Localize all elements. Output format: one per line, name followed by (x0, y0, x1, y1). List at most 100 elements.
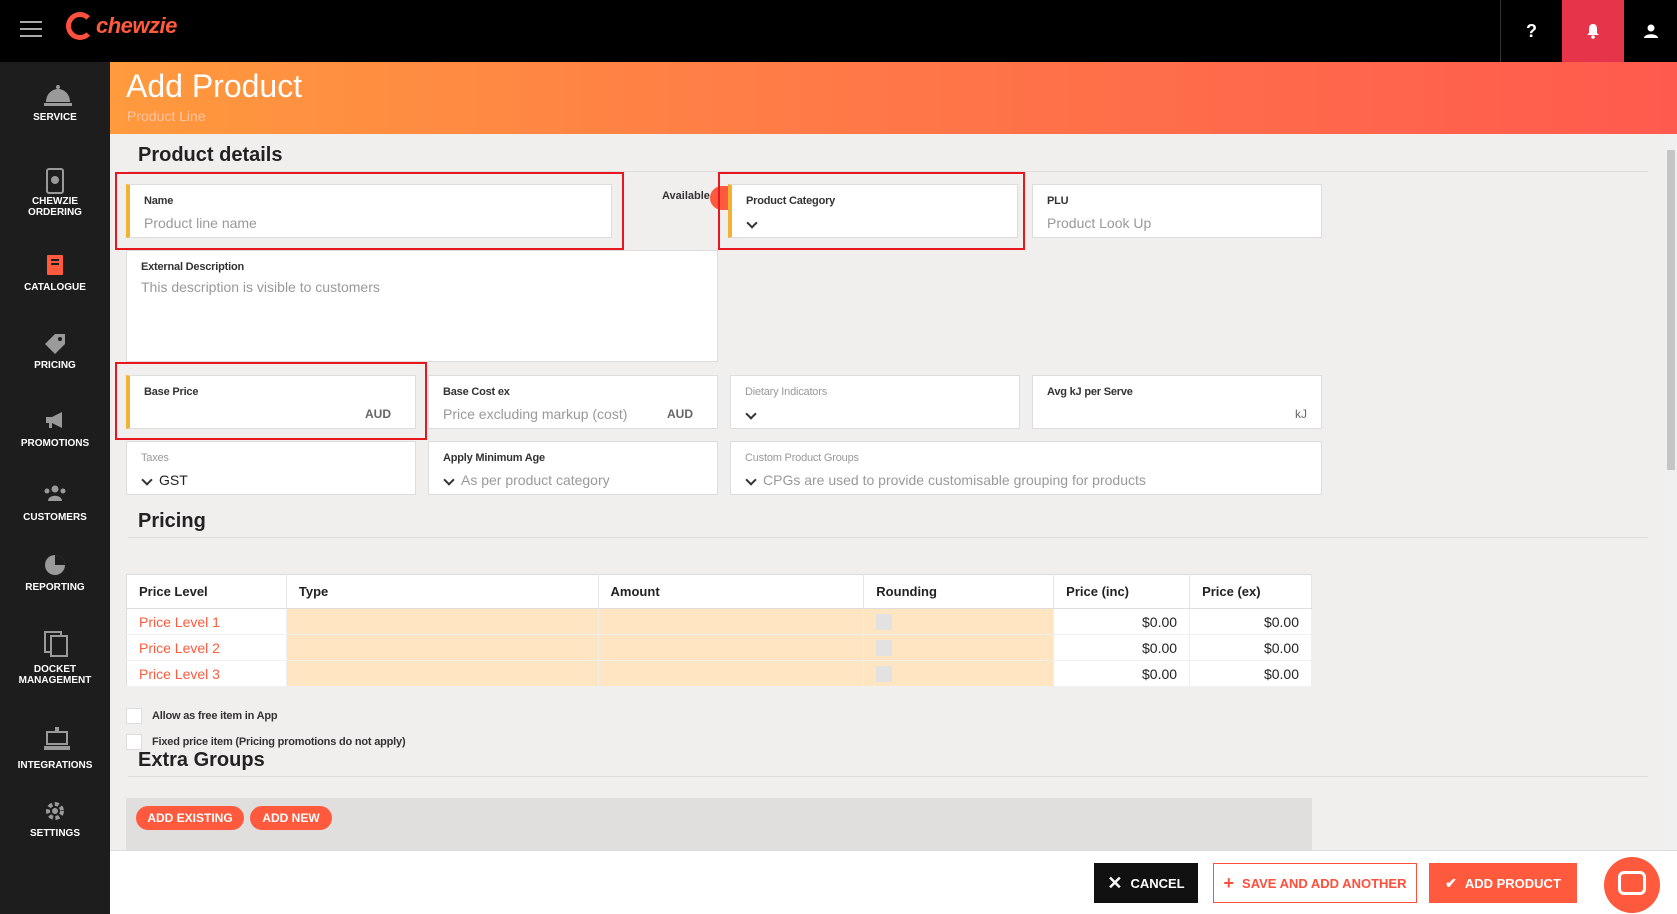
tag-icon (43, 332, 67, 354)
type-cell[interactable] (286, 634, 599, 661)
external-description-placeholder: This description is visible to customers (141, 279, 380, 295)
divider (128, 537, 1648, 538)
cancel-button[interactable]: ✕ CANCEL (1094, 863, 1198, 903)
highlight-category (718, 172, 1025, 250)
section-title-extra-groups: Extra Groups (138, 749, 265, 771)
user-icon (1643, 24, 1658, 38)
taxes-select[interactable]: Taxes GST (126, 441, 416, 495)
plu-field[interactable]: PLU Product Look Up (1032, 184, 1322, 238)
page-title: Add Product (126, 68, 303, 104)
table-row: Price Level 1 $0.00 $0.00 (126, 608, 1312, 635)
help-button[interactable]: ? (1500, 0, 1562, 62)
user-menu-button[interactable] (1624, 0, 1677, 62)
phone-icon (43, 168, 67, 194)
rounding-cell[interactable] (863, 660, 1055, 687)
minimum-age-select[interactable]: Apply Minimum Age As per product categor… (428, 441, 718, 495)
type-cell[interactable] (286, 608, 599, 635)
plu-placeholder: Product Look Up (1047, 215, 1152, 231)
avg-kj-field[interactable]: Avg kJ per Serve kJ (1032, 375, 1322, 429)
sidebar-item-promotions[interactable]: PROMOTIONS (0, 410, 110, 449)
chat-button[interactable] (1604, 857, 1660, 913)
sidebar-item-reporting[interactable]: REPORTING (0, 554, 110, 593)
scroll-thumb[interactable] (1667, 150, 1675, 470)
add-product-label: ADD PRODUCT (1464, 875, 1561, 891)
fixed-price-option[interactable]: Fixed price item (Pricing promotions do … (126, 734, 406, 750)
plu-label: PLU (1047, 195, 1069, 207)
sidebar-item-docket-management[interactable]: DOCKET MANAGEMENT (0, 630, 110, 686)
scrollbar[interactable] (1665, 134, 1677, 850)
check-icon: ✔ (1445, 875, 1457, 891)
table-row: Price Level 3 $0.00 $0.00 (126, 660, 1312, 687)
chevron-down-icon (141, 474, 153, 486)
rounding-checkbox[interactable] (876, 640, 893, 657)
sidebar-item-settings[interactable]: SETTINGS (0, 800, 110, 839)
highlight-name (115, 172, 624, 250)
sidebar-label: PROMOTIONS (20, 438, 90, 449)
sidebar-item-integrations[interactable]: INTEGRATIONS (0, 726, 110, 771)
section-title-pricing: Pricing (138, 510, 206, 532)
dietary-indicators-value (745, 406, 763, 422)
allow-free-item-checkbox[interactable] (126, 708, 142, 724)
sidebar: SERVICE CHEWZIE ORDERING CATALOGUE PRICI… (0, 62, 110, 914)
form-footer: ✕ CANCEL + SAVE AND ADD ANOTHER ✔ ADD PR… (110, 850, 1677, 914)
amount-cell[interactable] (598, 634, 865, 661)
fixed-price-checkbox[interactable] (126, 734, 142, 750)
taxes-selected: GST (159, 472, 188, 488)
pie-chart-icon (43, 554, 67, 576)
price-ex-cell: $0.00 (1189, 660, 1312, 687)
base-cost-field[interactable]: Base Cost ex Price excluding markup (cos… (428, 375, 718, 429)
avg-kj-label: Avg kJ per Serve (1047, 386, 1133, 398)
chat-icon (1618, 871, 1646, 895)
custom-product-groups-select[interactable]: Custom Product Groups CPGs are used to p… (730, 441, 1322, 495)
rounding-checkbox[interactable] (876, 666, 893, 683)
menu-icon[interactable] (20, 21, 42, 39)
taxes-value: GST (141, 472, 188, 488)
price-ex-cell: $0.00 (1189, 634, 1312, 661)
price-level-link[interactable]: Price Level 3 (126, 660, 287, 687)
currency-unit: AUD (667, 407, 693, 421)
allow-free-item-option[interactable]: Allow as free item in App (126, 708, 278, 724)
table-row: Price Level 2 $0.00 $0.00 (126, 634, 1312, 661)
page-subtitle: Product Line (127, 108, 206, 124)
chevron-down-icon (745, 408, 757, 420)
close-icon: ✕ (1107, 873, 1123, 893)
base-cost-label: Base Cost ex (443, 386, 510, 398)
pricing-table: Price Level Type Amount Rounding Price (… (126, 574, 1312, 687)
sidebar-item-chewzie-ordering[interactable]: CHEWZIE ORDERING (0, 168, 110, 218)
sidebar-label: CUSTOMERS (23, 512, 87, 523)
section-title-product-details: Product details (138, 144, 283, 166)
taxes-label: Taxes (141, 452, 169, 464)
base-cost-placeholder: Price excluding markup (cost) (443, 406, 628, 422)
sidebar-item-catalogue[interactable]: CATALOGUE (0, 254, 110, 293)
amount-cell[interactable] (598, 660, 865, 687)
notifications-button[interactable] (1562, 0, 1624, 62)
integrations-icon (43, 726, 70, 754)
column-header: Price (ex) (1189, 574, 1312, 609)
product-form: Product details Name Product line name A… (110, 134, 1665, 850)
price-level-link[interactable]: Price Level 2 (126, 634, 287, 661)
rounding-cell[interactable] (863, 608, 1055, 635)
sidebar-label: CHEWZIE ORDERING (28, 196, 82, 218)
rounding-cell[interactable] (863, 634, 1055, 661)
type-cell[interactable] (286, 660, 599, 687)
table-header-row: Price Level Type Amount Rounding Price (… (126, 574, 1312, 609)
dietary-indicators-select[interactable]: Dietary Indicators (730, 375, 1020, 429)
column-header: Amount (598, 574, 865, 609)
sidebar-item-customers[interactable]: CUSTOMERS (0, 484, 110, 523)
add-existing-button[interactable]: ADD EXISTING (136, 806, 244, 830)
minimum-age-label: Apply Minimum Age (443, 452, 545, 464)
external-description-field[interactable]: External Description This description is… (126, 250, 718, 362)
amount-cell[interactable] (598, 608, 865, 635)
chewzie-logo[interactable]: chewzie (66, 12, 177, 40)
rounding-checkbox[interactable] (876, 614, 893, 631)
save-and-add-another-button[interactable]: + SAVE AND ADD ANOTHER (1213, 863, 1417, 903)
add-new-button[interactable]: ADD NEW (250, 806, 332, 830)
gear-icon (43, 800, 67, 822)
cancel-label: CANCEL (1130, 875, 1185, 891)
sidebar-item-pricing[interactable]: PRICING (0, 332, 110, 371)
add-product-button[interactable]: ✔ ADD PRODUCT (1429, 863, 1577, 903)
sidebar-item-service[interactable]: SERVICE (0, 84, 110, 123)
price-level-link[interactable]: Price Level 1 (126, 608, 287, 635)
save-and-add-another-label: SAVE AND ADD ANOTHER (1242, 875, 1407, 891)
column-header: Price Level (126, 574, 287, 609)
